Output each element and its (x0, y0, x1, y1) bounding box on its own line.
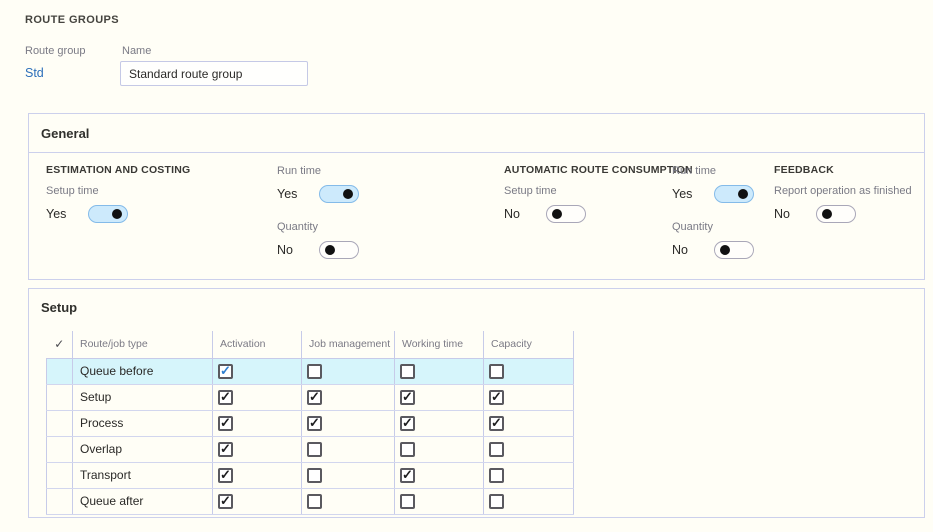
route-group-label: Route group (25, 45, 86, 57)
column-header-job-management[interactable]: Job management (302, 331, 395, 358)
capacity-checkbox[interactable] (489, 390, 504, 405)
setup-time-field: Setup time Yes (46, 184, 246, 226)
job-management-checkbox[interactable] (307, 468, 322, 483)
activation-checkbox[interactable] (218, 468, 233, 483)
group-heading: FEEDBACK (774, 164, 933, 177)
capacity-checkbox[interactable] (489, 416, 504, 431)
setup-table-body: Queue beforeSetupProcessOverlapTransport… (47, 358, 574, 514)
name-label: Name (122, 45, 151, 57)
report-operation-as-finished-toggle[interactable] (816, 205, 856, 223)
job-management-checkbox[interactable] (307, 416, 322, 431)
table-row: Overlap (47, 436, 574, 462)
quantity-toggle[interactable] (319, 241, 359, 259)
column-header-working-time[interactable]: Working time (395, 331, 484, 358)
setup-table-header-row: ✓Route/job typeActivationJob managementW… (47, 331, 574, 358)
capacity-checkbox[interactable] (489, 468, 504, 483)
table-row: Process (47, 410, 574, 436)
column-header-route-job-type[interactable]: Route/job type (73, 331, 213, 358)
row-select-cell[interactable] (47, 410, 73, 436)
toggle-knob-icon (552, 209, 562, 219)
activation-checkbox[interactable] (218, 494, 233, 509)
field-label: Report operation as finished (774, 184, 933, 202)
select-all-checkmark-icon[interactable]: ✓ (47, 331, 73, 358)
toggle-knob-icon (343, 189, 353, 199)
route-job-type-cell[interactable]: Queue before (73, 358, 213, 384)
row-select-cell[interactable] (47, 436, 73, 462)
route-job-type-cell[interactable]: Setup (73, 384, 213, 410)
run-time-toggle[interactable] (714, 185, 754, 203)
toggle-knob-icon (720, 245, 730, 255)
row-select-cell[interactable] (47, 358, 73, 384)
working-time-checkbox[interactable] (400, 494, 415, 509)
route-job-type-cell[interactable]: Queue after (73, 488, 213, 514)
field-label: Setup time (46, 184, 246, 202)
toggle-value: Yes (46, 207, 88, 221)
name-input[interactable] (120, 61, 308, 86)
group-heading: ESTIMATION AND COSTING (46, 164, 246, 177)
table-row: Queue before (47, 358, 574, 384)
setup-section-header[interactable]: Setup (29, 289, 924, 327)
job-management-checkbox[interactable] (307, 390, 322, 405)
column-header-capacity[interactable]: Capacity (484, 331, 574, 358)
capacity-checkbox[interactable] (489, 364, 504, 379)
field-label: Quantity (277, 220, 477, 238)
toggle-knob-icon (112, 209, 122, 219)
run-time-toggle[interactable] (319, 185, 359, 203)
job-management-checkbox[interactable] (307, 494, 322, 509)
toggle-value: Yes (672, 187, 714, 201)
table-row: Transport (47, 462, 574, 488)
general-column: FEEDBACK Report operation as finished No (774, 164, 933, 240)
report-operation-as-finished-field: Report operation as finished No (774, 184, 933, 226)
general-column: Run time Yes Quantity No (277, 164, 477, 276)
route-job-type-cell[interactable]: Transport (73, 462, 213, 488)
activation-checkbox[interactable] (218, 364, 233, 379)
setup-section: Setup ✓Route/job typeActivationJob manag… (28, 288, 925, 518)
activation-checkbox[interactable] (218, 416, 233, 431)
setup-table: ✓Route/job typeActivationJob managementW… (46, 331, 574, 515)
toggle-knob-icon (822, 209, 832, 219)
job-management-checkbox[interactable] (307, 442, 322, 457)
toggle-knob-icon (325, 245, 335, 255)
table-row: Queue after (47, 488, 574, 514)
field-label: Run time (277, 164, 477, 182)
page-title: ROUTE GROUPS (25, 14, 119, 26)
setup-time-toggle[interactable] (546, 205, 586, 223)
working-time-checkbox[interactable] (400, 416, 415, 431)
row-select-cell[interactable] (47, 488, 73, 514)
setup-time-toggle[interactable] (88, 205, 128, 223)
toggle-value: No (504, 207, 546, 221)
column-header-activation[interactable]: Activation (213, 331, 302, 358)
quantity-field: Quantity No (277, 220, 477, 262)
quantity-toggle[interactable] (714, 241, 754, 259)
route-job-type-cell[interactable]: Overlap (73, 436, 213, 462)
table-row: Setup (47, 384, 574, 410)
toggle-value: No (672, 243, 714, 257)
activation-checkbox[interactable] (218, 442, 233, 457)
working-time-checkbox[interactable] (400, 442, 415, 457)
working-time-checkbox[interactable] (400, 468, 415, 483)
capacity-checkbox[interactable] (489, 442, 504, 457)
activation-checkbox[interactable] (218, 390, 233, 405)
route-group-value-link[interactable]: Std (25, 66, 44, 80)
toggle-value: Yes (277, 187, 319, 201)
capacity-checkbox[interactable] (489, 494, 504, 509)
toggle-knob-icon (738, 189, 748, 199)
general-columns: ESTIMATION AND COSTINGSetup timeYesRun t… (29, 164, 924, 279)
working-time-checkbox[interactable] (400, 390, 415, 405)
toggle-value: No (774, 207, 816, 221)
row-select-cell[interactable] (47, 462, 73, 488)
route-job-type-cell[interactable]: Process (73, 410, 213, 436)
general-column: ESTIMATION AND COSTING Setup time Yes (46, 164, 246, 240)
job-management-checkbox[interactable] (307, 364, 322, 379)
working-time-checkbox[interactable] (400, 364, 415, 379)
general-section: General ESTIMATION AND COSTING Setup time… (28, 113, 925, 280)
general-section-header[interactable]: General (29, 114, 924, 153)
toggle-value: No (277, 243, 319, 257)
row-select-cell[interactable] (47, 384, 73, 410)
run-time-field: Run time Yes (277, 164, 477, 206)
